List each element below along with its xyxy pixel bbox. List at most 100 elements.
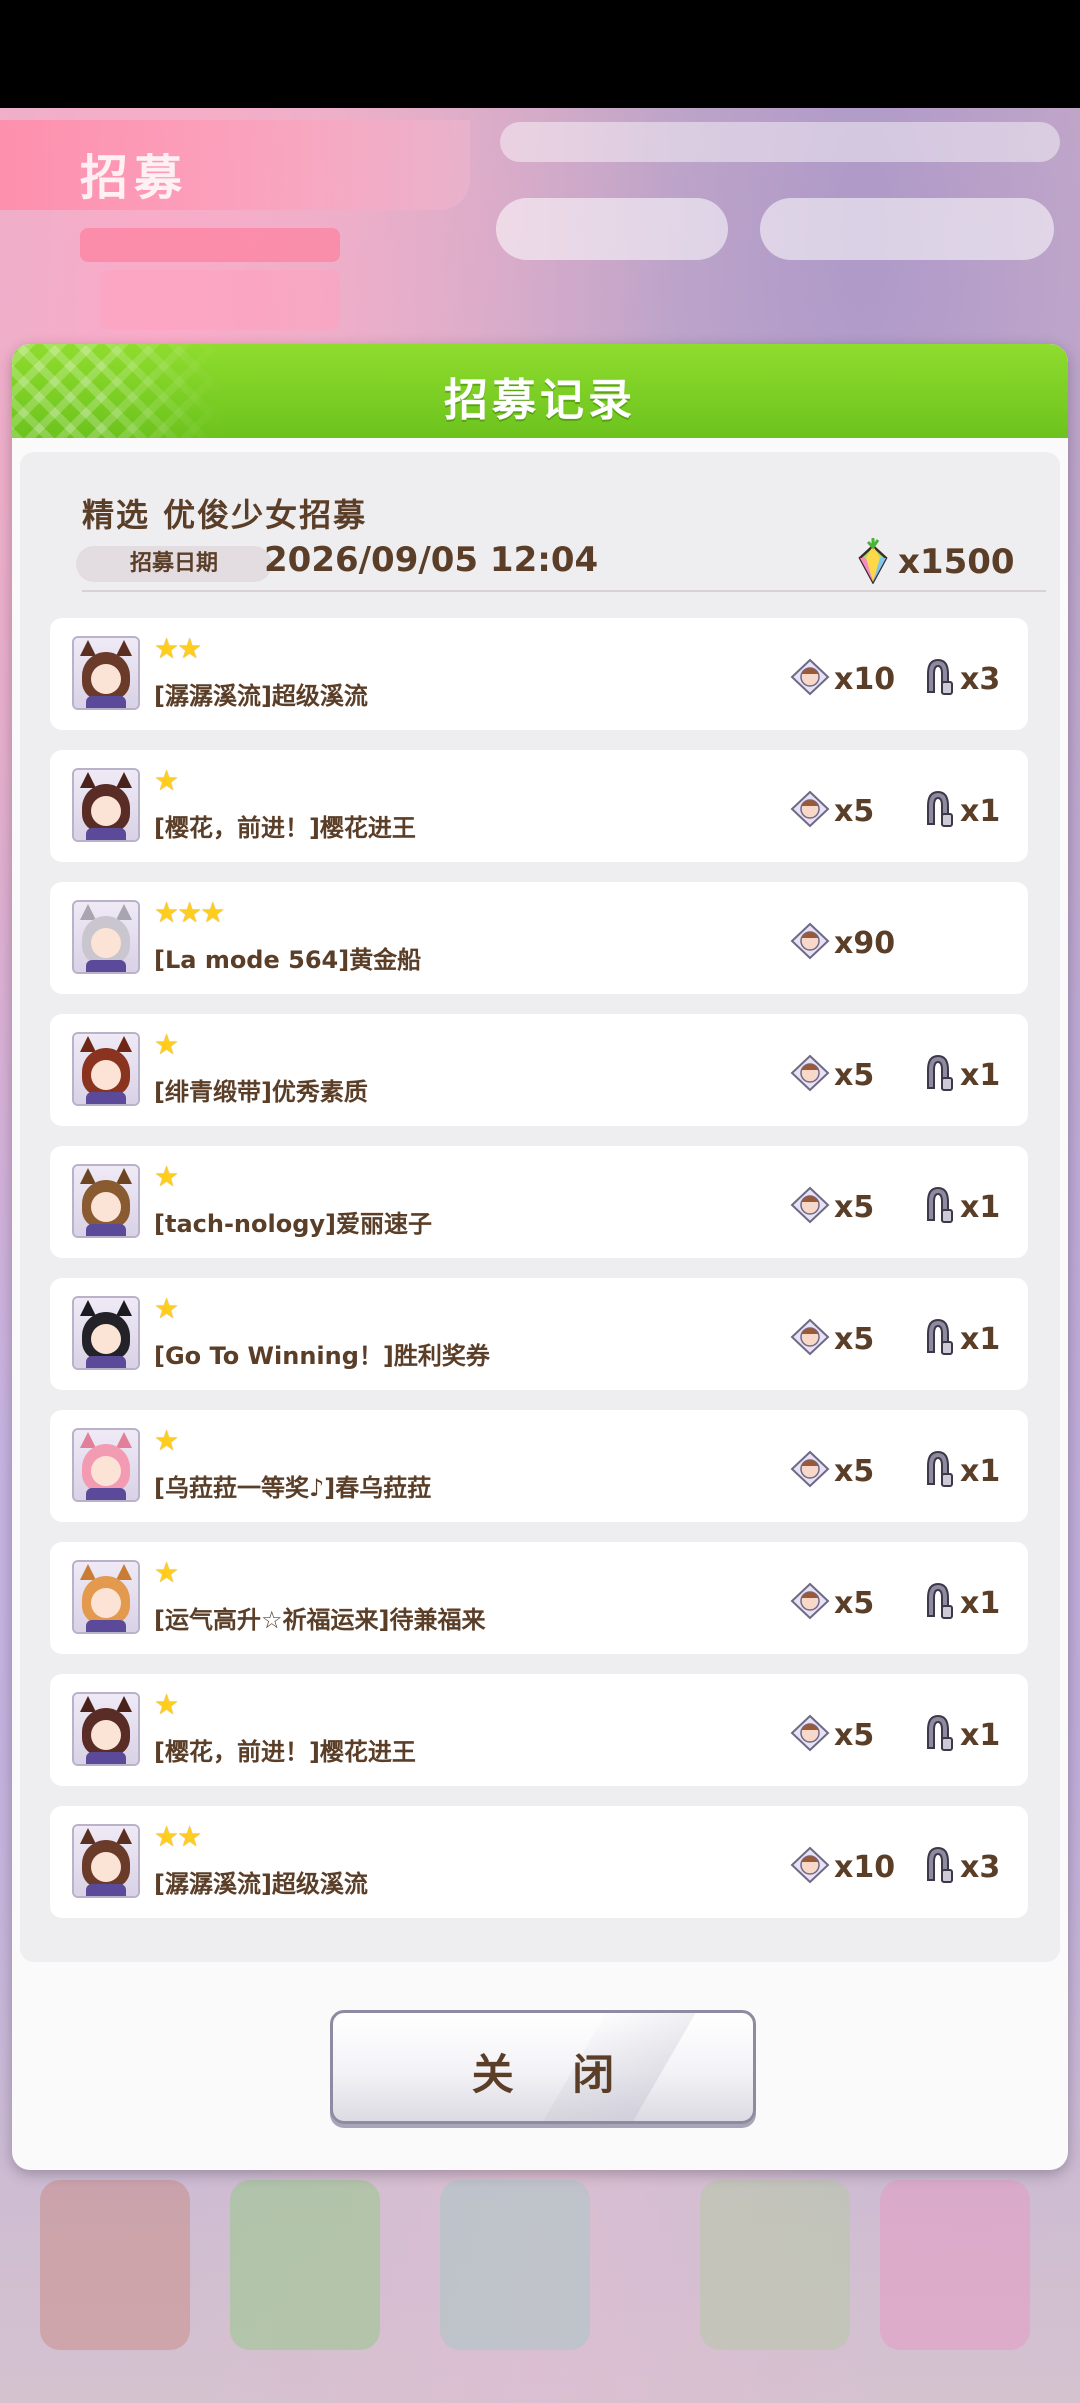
piece-count: x90 — [834, 926, 896, 961]
character-piece-icon — [790, 658, 830, 696]
horseshoe-memento-icon — [927, 658, 953, 695]
character-piece-icon — [790, 1186, 830, 1224]
memento-count: x1 — [960, 1454, 1001, 1489]
piece-count: x10 — [834, 662, 896, 697]
character-piece-icon — [790, 1846, 830, 1884]
background-pill-button — [496, 198, 728, 260]
background-banner — [0, 120, 470, 210]
history-row: ★★ [潺潺溪流]超级溪流 x10 x3 — [50, 1806, 1028, 1918]
rarity-stars: ★ — [154, 1688, 179, 1721]
background-banner-text: 招募 — [80, 150, 189, 206]
character-portrait — [72, 1428, 140, 1502]
horseshoe-memento-icon — [927, 1318, 953, 1355]
character-name: [樱花，前进！]樱花进王 — [154, 1738, 416, 1766]
horseshoe-memento-icon — [927, 1714, 953, 1751]
character-portrait — [72, 1032, 140, 1106]
character-piece-icon — [790, 1054, 830, 1092]
piece-count: x5 — [834, 1190, 875, 1225]
background-dock-item — [880, 2180, 1030, 2350]
background-dock-item — [440, 2180, 590, 2350]
horseshoe-memento-icon — [927, 790, 953, 827]
memento-count: x1 — [960, 1190, 1001, 1225]
rarity-stars: ★ — [154, 1160, 179, 1193]
history-row: ★ [绯青缎带]优秀素质 x5 x1 — [50, 1014, 1028, 1126]
character-piece-icon — [790, 790, 830, 828]
piece-count: x5 — [834, 1454, 875, 1489]
background-pill-button — [760, 198, 1054, 260]
background-dock-item — [230, 2180, 380, 2350]
history-row: ★★ [潺潺溪流]超级溪流 x10 x3 — [50, 618, 1028, 730]
dialog-header: 招募记录 — [12, 344, 1068, 438]
piece-count: x5 — [834, 794, 875, 829]
character-piece-icon — [790, 922, 830, 960]
memento-count: x1 — [960, 1586, 1001, 1621]
background-dock-item — [700, 2180, 850, 2350]
background-resource-bar — [500, 122, 1060, 162]
status-bar — [0, 0, 1080, 108]
carrot-jewel-icon — [858, 538, 888, 584]
rarity-stars: ★★ — [154, 1820, 202, 1853]
character-name: [樱花，前进！]樱花进王 — [154, 814, 416, 842]
character-portrait — [72, 900, 140, 974]
character-portrait — [72, 1692, 140, 1766]
character-name: [乌菈菈一等奖♪]春乌菈菈 — [154, 1474, 432, 1502]
rarity-stars: ★ — [154, 1556, 179, 1589]
memento-count: x1 — [960, 1058, 1001, 1093]
horseshoe-memento-icon — [927, 1186, 953, 1223]
character-piece-icon — [790, 1318, 830, 1356]
character-name: [tach-nology]爱丽速子 — [154, 1210, 432, 1238]
rarity-stars: ★ — [154, 764, 179, 797]
piece-count: x5 — [834, 1058, 875, 1093]
memento-count: x1 — [960, 1322, 1001, 1357]
character-portrait — [72, 768, 140, 842]
memento-count: x1 — [960, 794, 1001, 829]
history-row: ★★★ [La mode 564]黄金船 x90 — [50, 882, 1028, 994]
horseshoe-memento-icon — [927, 1846, 953, 1883]
gacha-history-dialog: 招募记录 精选 优俊少女招募 招募日期 2026/09/05 12:04 x15… — [12, 344, 1068, 2170]
close-button[interactable]: 关 闭 — [330, 2010, 756, 2124]
history-panel: 精选 优俊少女招募 招募日期 2026/09/05 12:04 x1500 ★★… — [20, 452, 1060, 1962]
character-portrait — [72, 636, 140, 710]
piece-count: x5 — [834, 1718, 875, 1753]
date-value: 2026/09/05 12:04 — [264, 540, 599, 580]
character-portrait — [72, 1164, 140, 1238]
cost-value: x1500 — [898, 542, 1015, 582]
rarity-stars: ★ — [154, 1028, 179, 1061]
memento-count: x3 — [960, 662, 1001, 697]
history-row: ★ [樱花，前进！]樱花进王 x5 x1 — [50, 750, 1028, 862]
rarity-stars: ★ — [154, 1292, 179, 1325]
close-button-label: 关 闭 — [471, 2050, 637, 2099]
horseshoe-memento-icon — [927, 1582, 953, 1619]
date-label: 招募日期 — [76, 546, 272, 582]
history-row: ★ [乌菈菈一等奖♪]春乌菈菈 x5 x1 — [50, 1410, 1028, 1522]
banner-name: 精选 优俊少女招募 — [82, 496, 368, 534]
background-dock-item — [40, 2180, 190, 2350]
dialog-title: 招募记录 — [444, 375, 636, 426]
rarity-stars: ★★ — [154, 632, 202, 665]
character-piece-icon — [790, 1582, 830, 1620]
history-row: ★ [tach-nology]爱丽速子 x5 x1 — [50, 1146, 1028, 1258]
character-name: [La mode 564]黄金船 — [154, 946, 422, 974]
memento-count: x1 — [960, 1718, 1001, 1753]
character-name: [运气高升☆祈福运来]待兼福来 — [154, 1606, 486, 1634]
character-name: [潺潺溪流]超级溪流 — [154, 1870, 368, 1898]
character-name: [潺潺溪流]超级溪流 — [154, 682, 368, 710]
character-portrait — [72, 1560, 140, 1634]
horseshoe-memento-icon — [927, 1054, 953, 1091]
memento-count: x3 — [960, 1850, 1001, 1885]
background-tag — [100, 270, 340, 330]
divider — [82, 590, 1046, 592]
character-portrait — [72, 1296, 140, 1370]
piece-count: x5 — [834, 1586, 875, 1621]
history-row: ★ [Go To Winning！]胜利奖券 x5 x1 — [50, 1278, 1028, 1390]
background-tag — [80, 228, 340, 262]
character-piece-icon — [790, 1450, 830, 1488]
horseshoe-memento-icon — [927, 1450, 953, 1487]
rarity-stars: ★★★ — [154, 896, 225, 929]
rarity-stars: ★ — [154, 1424, 179, 1457]
piece-count: x5 — [834, 1322, 875, 1357]
character-name: [Go To Winning！]胜利奖券 — [154, 1342, 490, 1370]
character-portrait — [72, 1824, 140, 1898]
character-name: [绯青缎带]优秀素质 — [154, 1078, 368, 1106]
history-row: ★ [樱花，前进！]樱花进王 x5 x1 — [50, 1674, 1028, 1786]
